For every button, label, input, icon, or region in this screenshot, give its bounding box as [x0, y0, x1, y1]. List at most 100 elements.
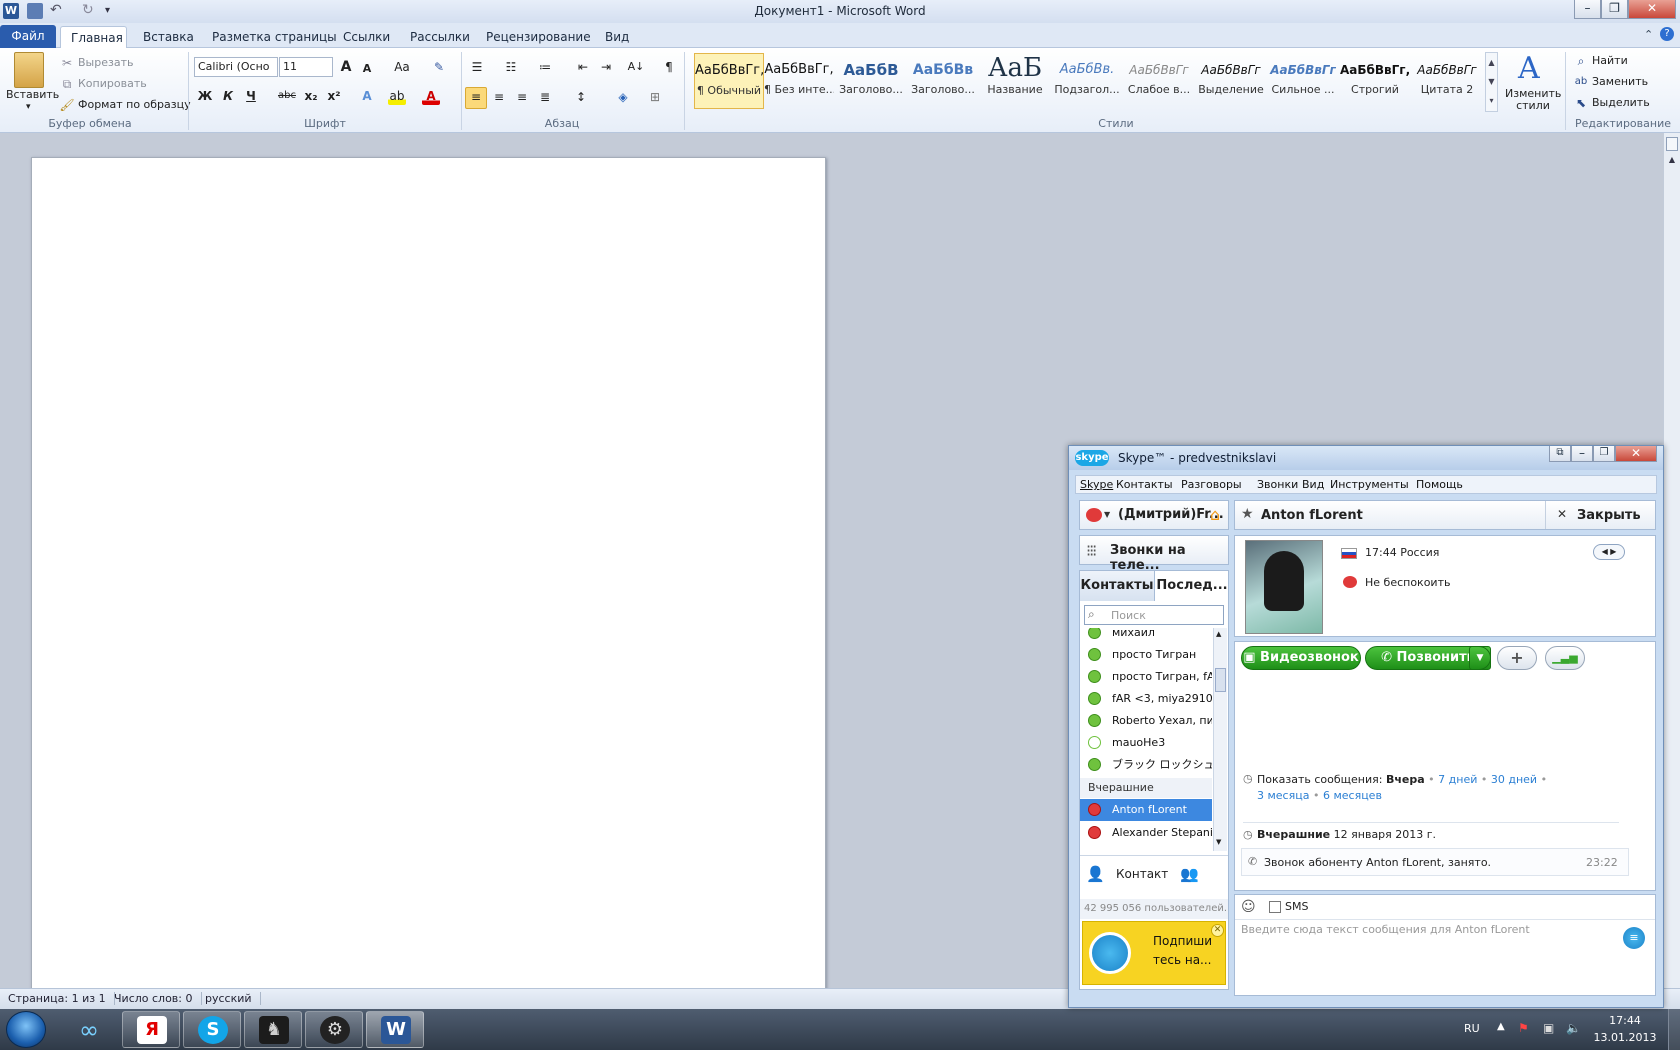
scroll-down-arrow[interactable]: ▼ — [1216, 838, 1221, 846]
font-size-combo[interactable]: 11 — [279, 57, 333, 77]
align-left-button[interactable]: ≡ — [465, 87, 487, 109]
multilevel-list-icon[interactable]: ≔ — [536, 58, 554, 76]
find-button[interactable]: Найти — [1592, 54, 1628, 67]
skype-maximize-button[interactable]: ❐ — [1593, 446, 1615, 462]
strikethrough-button[interactable]: abc — [276, 87, 298, 105]
align-right-button[interactable]: ≡ — [513, 88, 531, 106]
skype-close-button[interactable]: ✕ — [1615, 446, 1657, 462]
contact-item-selected[interactable]: Anton fLorent — [1080, 799, 1212, 821]
contact-item[interactable]: ブラック ロックシュータ... — [1080, 754, 1212, 776]
contact-item[interactable]: просто Тигран, fA... — [1080, 666, 1212, 688]
add-participant-button[interactable]: + — [1497, 646, 1537, 670]
show-desktop-button[interactable] — [1668, 1009, 1680, 1050]
video-call-button[interactable]: ▣ Видеозвонок — [1241, 646, 1361, 670]
superscript-button[interactable]: x² — [325, 87, 343, 105]
style-normal[interactable]: АаБбВвГг, ¶ Обычный — [694, 53, 764, 109]
my-status-busy-icon[interactable] — [1086, 508, 1102, 522]
borders-icon[interactable]: ⊞ — [646, 88, 664, 106]
history-option-yesterday[interactable]: Вчера — [1386, 773, 1425, 786]
style-title[interactable]: АаБ Название — [980, 53, 1050, 109]
style-emphasis[interactable]: АаБбВвГг Выделение — [1196, 53, 1266, 109]
network-icon[interactable]: ▣ — [1543, 1021, 1557, 1035]
input-language[interactable]: RU — [1464, 1022, 1480, 1035]
italic-button[interactable]: К — [219, 87, 237, 105]
history-option-30days[interactable]: 30 дней — [1491, 773, 1537, 786]
skype-compact-button[interactable]: ⧉ — [1549, 446, 1571, 462]
profile-name[interactable]: (Дмитрий)Fr... — [1118, 507, 1224, 522]
favorite-star-icon[interactable]: ★ — [1241, 506, 1254, 522]
menu-contacts[interactable]: Контакты — [1116, 478, 1173, 491]
contact-item[interactable]: просто Тигран — [1080, 644, 1212, 666]
clock-date[interactable]: 13.01.2013 — [1590, 1031, 1660, 1044]
change-case-icon[interactable]: Aa — [390, 58, 414, 76]
volume-icon[interactable]: 🔈 — [1566, 1021, 1581, 1035]
contact-item[interactable]: fAR <3, miya291000 — [1080, 688, 1212, 710]
subscript-button[interactable]: x₂ — [302, 87, 320, 105]
copy-button[interactable]: Копировать — [78, 77, 147, 90]
tab-review[interactable]: Рецензирование — [476, 26, 601, 48]
history-option-6months[interactable]: 6 месяцев — [1323, 789, 1382, 802]
close-chat-icon[interactable]: ✕ — [1557, 507, 1567, 521]
style-strong[interactable]: АаБбВвГг, Строгий — [1340, 53, 1410, 109]
format-painter-button[interactable]: Формат по образцу — [78, 98, 191, 111]
numbering-icon[interactable]: ☷ — [502, 58, 520, 76]
history-option-7days[interactable]: 7 дней — [1438, 773, 1477, 786]
clear-formatting-icon[interactable]: ✎ — [430, 58, 448, 76]
call-quality-icon[interactable]: ▁▃▅ — [1545, 646, 1585, 670]
highlight-icon[interactable]: ab — [388, 87, 406, 105]
sort-icon[interactable]: A↓ — [627, 58, 645, 76]
tab-view[interactable]: Вид — [595, 26, 639, 48]
taskbar-skype[interactable]: S — [183, 1011, 241, 1048]
create-group-icon[interactable]: 👥 — [1180, 865, 1199, 883]
skype-profile-bar[interactable]: ▼ (Дмитрий)Fr... ⌂ — [1079, 500, 1229, 530]
contact-item[interactable]: михаил — [1080, 628, 1212, 644]
scroll-up-arrow[interactable]: ▲ — [1216, 630, 1221, 638]
action-center-icon[interactable]: ⚑ — [1518, 1021, 1532, 1035]
info-pager-arrows[interactable]: ◀ ▶ — [1593, 544, 1625, 560]
styles-scroll[interactable]: ▲ ▼ ▾ — [1485, 52, 1498, 112]
status-words[interactable]: Число слов: 0 — [114, 992, 202, 1005]
tab-home[interactable]: Главная — [60, 26, 127, 48]
contact-item[interactable]: mauoHe3 — [1080, 732, 1212, 754]
contact-item[interactable]: Roberto Уехал, пи... — [1080, 710, 1212, 732]
menu-skype[interactable]: Skype — [1080, 478, 1113, 491]
status-language[interactable]: русский — [205, 992, 261, 1005]
style-heading-2[interactable]: АаБбВв Заголово... — [908, 53, 978, 109]
align-center-button[interactable]: ≡ — [490, 88, 508, 106]
tab-mailings[interactable]: Рассылки — [400, 26, 480, 48]
taskbar-word[interactable]: W — [366, 1011, 424, 1048]
send-message-icon[interactable]: ≡ — [1623, 927, 1645, 949]
status-dropdown-icon[interactable]: ▼ — [1104, 510, 1110, 519]
collapse-ribbon-icon[interactable]: ⌃ — [1644, 28, 1653, 41]
shading-icon[interactable]: ◈ — [614, 88, 632, 106]
minimize-button[interactable]: – — [1574, 0, 1601, 19]
show-marks-icon[interactable]: ¶ — [660, 58, 678, 76]
show-hidden-icons[interactable]: ▲ — [1497, 1021, 1505, 1032]
tab-references[interactable]: Ссылки — [333, 26, 400, 48]
style-subtitle[interactable]: АаБбВв. Подзагол... — [1052, 53, 1122, 109]
font-color-icon[interactable]: A — [422, 87, 440, 105]
home-icon[interactable]: ⌂ — [1210, 505, 1220, 524]
add-contact-button[interactable]: Контакт — [1116, 867, 1168, 881]
style-intense-emphasis[interactable]: АаБбВвГг Сильное ... — [1268, 53, 1338, 109]
text-effects-icon[interactable]: A — [358, 87, 376, 105]
help-icon[interactable]: ? — [1660, 27, 1674, 41]
shrink-font-icon[interactable]: A — [358, 60, 376, 78]
taskbar-steam[interactable]: ⚙ — [305, 1011, 363, 1048]
skype-ad-banner[interactable]: Подпиши тесь на... ✕ — [1082, 921, 1226, 985]
paste-button[interactable]: Вставить — [6, 88, 59, 101]
skype-minimize-button[interactable]: – — [1571, 446, 1593, 462]
menu-conversations[interactable]: Разговоры — [1181, 478, 1242, 491]
change-styles-button[interactable]: Изменить стили — [1505, 88, 1561, 112]
emoticon-icon[interactable]: ☺ — [1241, 899, 1256, 915]
maximize-button[interactable]: ❐ — [1601, 0, 1628, 19]
menu-view[interactable]: Вид — [1302, 478, 1324, 491]
tab-contacts[interactable]: Контакты — [1080, 571, 1155, 601]
line-spacing-icon[interactable]: ↕ — [572, 88, 590, 106]
style-quote-2[interactable]: АаБбВвГг Цитата 2 — [1412, 53, 1482, 109]
contact-item[interactable]: Alexander Stepaniuc — [1080, 822, 1212, 844]
start-button[interactable] — [6, 1011, 46, 1048]
status-page[interactable]: Страница: 1 из 1 — [8, 992, 115, 1005]
ruler-toggle-icon[interactable] — [1666, 137, 1678, 151]
justify-button[interactable]: ≣ — [536, 88, 554, 106]
